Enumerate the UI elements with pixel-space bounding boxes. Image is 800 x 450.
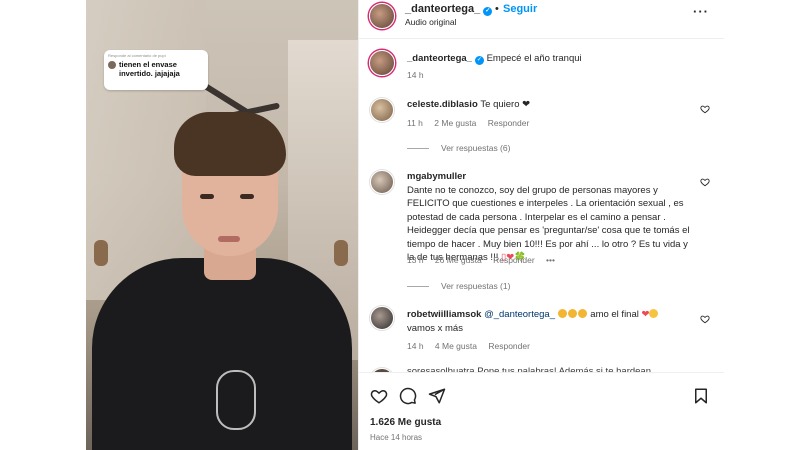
crying-laughing-emoji-icon [649,309,659,318]
reply-button[interactable]: Responder [493,255,535,265]
comment-time: 11 h [407,118,423,128]
left-margin [0,0,86,450]
save-bookmark-icon[interactable] [692,387,710,405]
caption-username[interactable]: _danteortega_ [407,53,472,64]
heart-emoji-icon: ❤ [641,309,650,320]
view-replies-button[interactable]: Ver respuestas (6) [407,143,510,153]
comment-bubble-icon[interactable] [399,387,417,405]
post-actions-bar: 1.626 Me gusta Hace 14 horas [359,372,724,450]
audio-original-link[interactable]: Audio original [405,17,457,27]
comment-more-icon[interactable]: ••• [546,255,555,265]
follow-button[interactable]: Seguir [503,3,537,15]
view-replies-label[interactable]: Ver respuestas (6) [441,143,510,153]
comment-likes-link[interactable]: 26 Me gusta [435,255,482,265]
reply-sticker-text: tienen el envase invertido. jajajaja [119,60,180,78]
person-hair [174,112,286,176]
comment-meta: 14 h 4 Me gusta Responder [407,341,539,351]
lamp-right [334,240,348,266]
reply-button[interactable]: Responder [488,118,530,128]
comment-username[interactable]: mgabymuller [407,171,466,182]
reply-sticker-title: Responde al comentario de pupi [108,53,166,58]
comment-avatar[interactable] [370,170,394,194]
view-replies-line [407,147,429,149]
like-comment-heart-icon[interactable] [700,177,710,187]
shirt-print [216,370,256,430]
author-username-text[interactable]: _danteortega_ [405,3,480,15]
header-separator: • [495,3,499,15]
comment-mention-link[interactable]: @_danteortega_ [484,309,555,320]
view-replies-label[interactable]: Ver respuestas (1) [441,281,510,291]
more-options-icon[interactable]: ··· [693,4,709,19]
view-replies-line [407,285,429,287]
comment-username[interactable]: robetwiilliamsok [407,309,481,320]
share-paper-plane-icon[interactable] [428,387,446,405]
comment-text: mgabymuller Dante no te conozco, soy del … [407,170,697,265]
person-eye-left [200,194,214,199]
comment-body: Te quiero ❤ [480,99,531,110]
comment-avatar[interactable] [370,306,394,330]
lamp-left [94,240,108,266]
verified-icon: ✓ [483,7,493,16]
comment-meta: 13 h 26 Me gusta Responder ••• [407,255,564,265]
author-username[interactable]: _danteortega_ ✓ [405,3,493,16]
comment-text: robetwiilliamsok @_danteortega_ amo el f… [407,308,697,335]
comment-body: amo el final [590,309,639,320]
person-eye-right [240,194,254,199]
comment-body-line2: vamos x más [407,322,463,334]
author-avatar[interactable] [369,3,395,29]
verified-icon: ✓ [474,56,484,65]
comment-meta: 11 h 2 Me gusta Responder [407,118,538,128]
clap-emoji-icon [567,309,577,318]
post-time-ago: Hace 14 horas [370,433,423,442]
comment-username[interactable]: celeste.diblasio [407,99,478,110]
person-mouth [218,236,240,242]
post-panel: _danteortega_ ✓ • Seguir Audio original ·… [358,0,724,450]
clap-emoji-icon [577,309,587,318]
comment-likes-link[interactable]: 2 Me gusta [434,118,476,128]
like-comment-heart-icon[interactable] [700,314,710,324]
comment-avatar[interactable] [370,98,394,122]
caption-text: _danteortega_ ✓ Empecé el año tranqui [407,52,582,66]
view-replies-button[interactable]: Ver respuestas (1) [407,281,510,291]
comment-text: celeste.diblasio Te quiero ❤ [407,98,530,112]
like-heart-icon[interactable] [370,387,388,405]
caption-body: Empecé el año tranqui [486,53,582,64]
reply-comment-sticker: Responde al comentario de pupi tienen el… [104,50,208,90]
caption-time: 14 h [407,70,424,80]
header-divider [359,38,724,39]
like-comment-heart-icon[interactable] [700,104,710,114]
comment-likes-link[interactable]: 4 Me gusta [435,341,477,351]
reply-button[interactable]: Responder [488,341,530,351]
comment-time: 14 h [407,341,424,351]
post-likes-count[interactable]: 1.626 Me gusta [370,417,441,428]
comment-time: 13 h [407,255,424,265]
caption-meta: 14 h [407,70,433,80]
clap-emoji-icon [557,309,567,318]
caption-avatar[interactable] [369,50,395,76]
post-header: _danteortega_ ✓ • Seguir Audio original ·… [359,0,724,32]
reply-sticker-avatar [108,61,116,69]
comment-body: Dante no te conozco, soy del grupo de pe… [407,184,690,264]
